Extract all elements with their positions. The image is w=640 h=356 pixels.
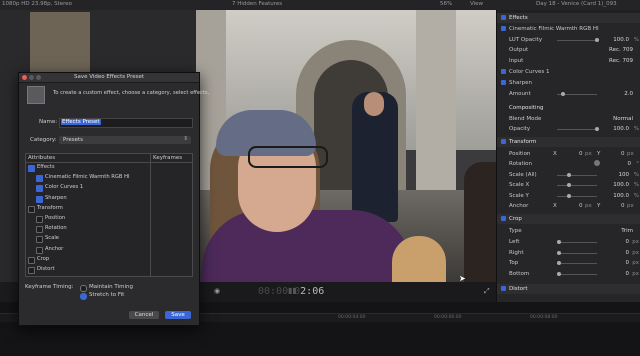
cancel-button[interactable]: Cancel (129, 311, 159, 319)
attribute-checkbox[interactable] (36, 195, 43, 203)
save-preset-dialog: Save Video Effects Preset To create a cu… (18, 72, 209, 326)
attribute-label: Effects (37, 164, 55, 170)
mouse-pointer-icon: ➤ (459, 274, 466, 282)
attribute-label: Distort (37, 266, 55, 272)
attribute-label: Rotation (45, 225, 67, 232)
distort-section[interactable]: Distort (509, 286, 528, 292)
attribute-checkbox[interactable] (36, 236, 43, 244)
position-y[interactable]: 0 (621, 151, 625, 157)
output-select[interactable]: Rec. 709 (609, 47, 633, 53)
attribute-checkbox[interactable] (36, 246, 43, 254)
attribute-checkbox[interactable] (28, 205, 35, 213)
attribute-label: Crop (37, 255, 50, 262)
chevron-updown-icon: ⇕ (183, 136, 188, 142)
transform-section[interactable]: Transform (509, 139, 536, 145)
attribute-checkbox[interactable] (28, 256, 35, 264)
attribute-row[interactable]: Scale (26, 234, 150, 244)
attribute-row[interactable]: Anchor (26, 245, 150, 255)
crop-left-value[interactable]: 0 (626, 239, 630, 245)
inspector-panel: Effects Cinematic Filmic Warmth RGB HI L… (496, 10, 640, 302)
crop-section[interactable]: Crop (509, 216, 522, 222)
input-select[interactable]: Rec. 709 (609, 58, 633, 64)
keyframe-timing-label: Keyframe Timing: (25, 284, 74, 290)
attribute-label: Scale (45, 235, 59, 242)
keyframes-header: Keyframes (153, 155, 183, 161)
attribute-row[interactable]: Sharpen (26, 194, 150, 204)
sharpen-effect[interactable]: Sharpen (509, 80, 532, 86)
scale-y-value[interactable]: 100.0 (613, 193, 629, 199)
rotation-dial[interactable] (594, 160, 600, 166)
attribute-label: Color Curves 1 (45, 184, 84, 191)
name-label: Name: (39, 119, 58, 125)
attribute-row[interactable]: Effects (26, 163, 150, 173)
attribute-checkbox[interactable] (36, 216, 43, 223)
clip-title: Day 18 - Venice (Card 1)_093 (536, 1, 617, 7)
play-icon[interactable]: ◉ (214, 287, 220, 295)
attribute-label: Transform (37, 204, 63, 211)
position-x[interactable]: 0 (579, 151, 583, 157)
opacity-value[interactable]: 100.0 (613, 126, 629, 132)
color-curves-effect[interactable]: Color Curves 1 (509, 69, 549, 75)
attribute-row[interactable]: Cinematic Filmic Warmth RGB HI (26, 173, 150, 183)
anchor-y[interactable]: 0 (621, 203, 625, 209)
attribute-checkbox[interactable] (36, 185, 43, 193)
category-select[interactable]: Presets ⇕ (59, 136, 191, 144)
fullscreen-icon[interactable]: ⤢ (484, 287, 490, 296)
pause-icon[interactable]: ▮▮ (288, 286, 297, 295)
attribute-label: Cinematic Filmic Warmth RGB HI (45, 174, 130, 181)
attribute-label: Sharpen (45, 194, 67, 201)
attributes-list: Attributes Keyframes Effects Cinematic Fi… (25, 153, 193, 277)
crop-top-value[interactable]: 0 (626, 260, 630, 266)
stretch-to-fit-label: Stretch to Fit (89, 292, 125, 298)
attribute-row[interactable]: Distort (26, 265, 150, 275)
attribute-label: Position (45, 215, 66, 221)
attribute-row[interactable]: Position (26, 214, 150, 224)
view-menu[interactable]: View (470, 1, 483, 7)
dialog-title: Save Video Effects Preset (74, 74, 144, 80)
ruler-mark: 00:00:04:00 (338, 315, 366, 320)
zoom-level[interactable]: 56% (440, 1, 452, 7)
amount-value[interactable]: 2.0 (624, 91, 633, 97)
maintain-timing-radio[interactable] (80, 285, 87, 292)
viewer-frame: ➤ (196, 10, 496, 282)
blend-mode-select[interactable]: Normal (613, 116, 633, 122)
hidden-features-label[interactable]: 7 Hidden Features (232, 1, 282, 7)
scale-all-value[interactable]: 100 (619, 172, 630, 178)
dialog-description: To create a custom effect, choose a cate… (53, 90, 210, 96)
ruler-mark: 00:00:08:00 (530, 315, 558, 320)
crop-bottom-value[interactable]: 0 (626, 271, 630, 277)
anchor-x[interactable]: 0 (579, 203, 583, 209)
preset-icon (27, 86, 45, 104)
effect-checkbox[interactable] (501, 26, 506, 31)
category-label: Category: (30, 137, 57, 143)
attribute-checkbox[interactable] (36, 175, 43, 183)
attributes-header: Attributes (28, 155, 56, 161)
dialog-title-bar: Save Video Effects Preset (19, 73, 199, 83)
maintain-timing-label: Maintain Timing (89, 284, 133, 290)
format-info: 1080p HD 23.98p, Stereo (2, 1, 73, 7)
lut-opacity-value[interactable]: 100.0 (613, 37, 629, 43)
stretch-to-fit-radio[interactable] (80, 293, 87, 300)
attribute-row[interactable]: Rotation (26, 224, 150, 234)
crop-right-value[interactable]: 0 (626, 250, 630, 256)
attribute-checkbox[interactable] (28, 267, 35, 274)
transport-bar: ◉ 00:00:02:06 ▮▮ ⤢ (196, 282, 496, 302)
attribute-row[interactable]: Color Curves 1 (26, 183, 150, 193)
ruler-mark: 00:00:06:00 (434, 315, 462, 320)
preset-name-input[interactable]: Effects Preset (59, 118, 193, 128)
attribute-checkbox[interactable] (36, 226, 43, 234)
attribute-row[interactable]: Transform (26, 204, 150, 214)
rotation-value[interactable]: 0 (628, 161, 632, 167)
attribute-row[interactable]: Crop (26, 255, 150, 265)
scale-x-value[interactable]: 100.0 (613, 182, 629, 188)
save-button[interactable]: Save (165, 311, 191, 319)
effects-section[interactable]: Effects (509, 15, 528, 21)
attribute-label: Anchor (45, 245, 64, 252)
crop-type-select[interactable]: Trim (621, 228, 633, 234)
attribute-checkbox[interactable] (28, 165, 35, 172)
